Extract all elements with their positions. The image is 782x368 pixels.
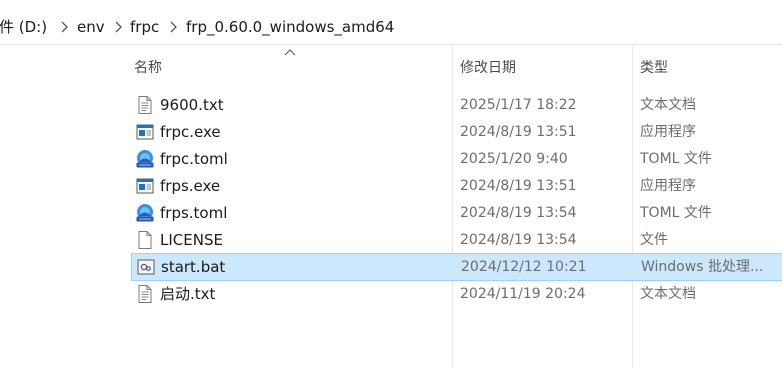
sort-ascending-icon [284,49,296,56]
toml-file-icon [136,204,154,222]
file-modified: 2025/1/20 9:40 [460,151,568,167]
file-row[interactable]: frpc.toml 2025/1/20 9:40 TOML 文件 [131,146,782,172]
file-type: Windows 批处理... [641,259,764,275]
file-type: 文本文档 [640,286,696,302]
file-row[interactable]: frps.exe 2024/8/19 13:51 应用程序 [131,173,782,199]
file-name: frps.toml [160,204,228,222]
column-header-modified[interactable]: 修改日期 [460,58,516,78]
breadcrumb-frpc[interactable]: frpc [130,17,159,37]
toml-file-icon [136,150,154,168]
file-row[interactable]: 启动.txt 2024/11/19 20:24 文本文档 [131,281,782,307]
file-modified: 2024/8/19 13:51 [460,178,577,194]
file-modified: 2024/8/19 13:54 [460,232,577,248]
text-file-icon [138,96,152,114]
file-type: 应用程序 [640,178,696,194]
file-name: frpc.toml [160,150,228,168]
file-modified: 2024/8/19 13:54 [460,205,577,221]
chevron-right-icon [115,21,122,33]
address-bar[interactable]: 文件 (D:) env frpc frp_0.60.0_windows_amd6… [0,0,782,45]
file-row[interactable]: frps.toml 2024/8/19 13:54 TOML 文件 [131,200,782,226]
column-header-type[interactable]: 类型 [640,58,668,78]
file-name: 启动.txt [160,285,216,303]
file-type: 文本文档 [640,97,696,113]
blank-file-icon [138,231,152,249]
breadcrumb-drive[interactable]: 文件 (D:) [0,17,47,37]
file-modified: 2024/12/12 10:21 [461,259,587,275]
file-type: TOML 文件 [640,205,712,221]
file-type: 文件 [640,232,668,248]
bat-file-icon [137,259,155,275]
exe-file-icon [136,124,154,140]
file-modified: 2024/8/19 13:51 [460,124,577,140]
file-row-selected[interactable]: start.bat 2024/12/12 10:21 Windows 批处理..… [131,253,782,281]
chevron-right-icon [61,21,68,33]
exe-file-icon [136,178,154,194]
file-type: 应用程序 [640,124,696,140]
file-name: frpc.exe [160,123,221,141]
file-row[interactable]: frpc.exe 2024/8/19 13:51 应用程序 [131,119,782,145]
text-file-icon [138,285,152,303]
file-name: LICENSE [160,231,223,249]
column-header-name[interactable]: 名称 [134,58,162,78]
file-row[interactable]: LICENSE 2024/8/19 13:54 文件 [131,227,782,253]
file-modified: 2024/11/19 20:24 [460,286,586,302]
breadcrumb-env[interactable]: env [77,17,105,37]
chevron-right-icon [170,21,177,33]
breadcrumb-current-folder[interactable]: frp_0.60.0_windows_amd64 [186,17,394,37]
file-modified: 2025/1/17 18:22 [460,97,577,113]
file-row[interactable]: 9600.txt 2025/1/17 18:22 文本文档 [131,92,782,118]
file-type: TOML 文件 [640,151,712,167]
file-name: start.bat [161,258,226,276]
file-name: frps.exe [160,177,221,195]
file-name: 9600.txt [160,96,224,114]
